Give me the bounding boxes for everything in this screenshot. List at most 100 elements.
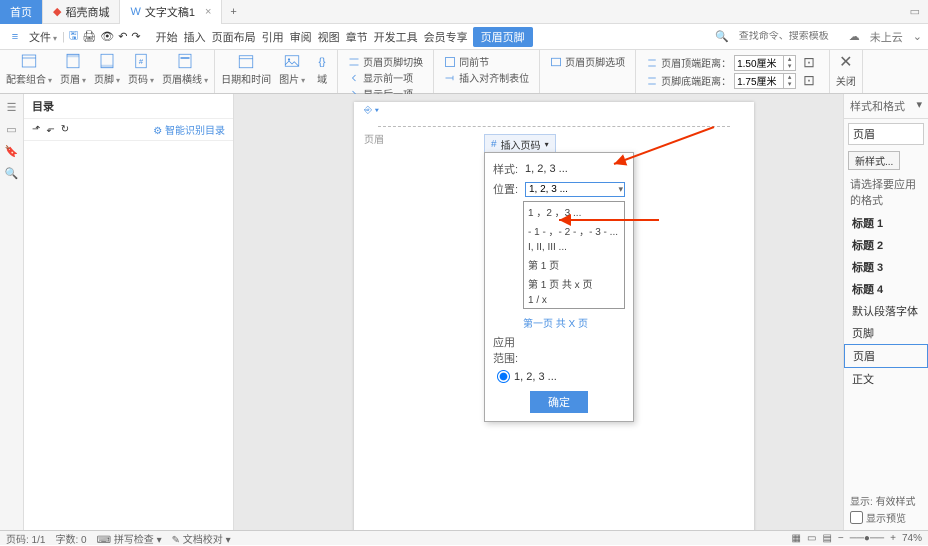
- sidebar-page-icon[interactable]: ▭: [5, 122, 19, 136]
- style-footer[interactable]: 页脚: [844, 322, 928, 344]
- tab-add[interactable]: +: [222, 6, 244, 18]
- zoom-in-icon[interactable]: +: [890, 533, 896, 544]
- rib-sameprev[interactable]: 同前节: [444, 54, 529, 69]
- current-style[interactable]: 页眉: [848, 123, 924, 145]
- style-h4[interactable]: 标题 4: [844, 278, 928, 300]
- pagenum-popup: 样式: 1, 2, 3 ... 位置: ▾ 1 ，2 ，3 ... - 1 - …: [484, 152, 634, 422]
- close-icon[interactable]: ×: [205, 6, 211, 18]
- sidebar-search-icon[interactable]: 🔍: [5, 166, 19, 180]
- svg-text:#: #: [139, 57, 144, 66]
- rib-combo[interactable]: 配套组合: [6, 52, 52, 86]
- preview-checkbox[interactable]: 显示预览: [850, 510, 922, 525]
- ok-button[interactable]: 确定: [530, 391, 588, 413]
- qat-save-icon[interactable]: 🖫: [69, 27, 78, 46]
- toc-smart-link[interactable]: ⚙ 智能识别目录: [153, 122, 225, 137]
- qat-print-icon[interactable]: 🖨: [82, 30, 96, 43]
- tab-store[interactable]: ◆稻壳商城: [43, 0, 120, 24]
- sidebar-toc-icon[interactable]: ☰: [5, 100, 19, 114]
- rib-footer[interactable]: 页脚: [94, 52, 120, 86]
- cloud-status[interactable]: 未上云: [870, 29, 903, 45]
- menu-start[interactable]: 开始: [155, 29, 179, 45]
- rib-close[interactable]: ✕关闭: [836, 52, 856, 88]
- status-words[interactable]: 字数: 0: [55, 531, 86, 546]
- qat-preview-icon[interactable]: 👁: [100, 30, 114, 43]
- rib-options[interactable]: 页眉页脚选项: [550, 54, 625, 69]
- app-menu-icon[interactable]: ≡: [6, 28, 24, 46]
- format-list: 1 ，2 ，3 ... - 1 - ，- 2 - ，- 3 - ... I, I…: [523, 201, 625, 309]
- view-read-icon[interactable]: ▭: [807, 533, 816, 544]
- toc-refresh-icon[interactable]: ↻: [61, 124, 69, 135]
- rib-tabstop[interactable]: 插入对齐制表位: [444, 70, 529, 85]
- header-label: 页眉: [360, 130, 388, 147]
- qat-undo-icon[interactable]: ↶: [118, 30, 127, 43]
- search-icon[interactable]: 🔍: [715, 30, 729, 43]
- pos-combo[interactable]: ▾: [525, 182, 625, 197]
- format-opt-5[interactable]: 第 1 页 共 x 页: [524, 274, 624, 293]
- document-canvas[interactable]: ⎆ ▾ 页眉 页脚 #插入页码▾ 样式: 1, 2, 3 ... 位置: ▾: [234, 94, 843, 530]
- tab-doc1[interactable]: W文字文稿1 ×: [120, 0, 222, 24]
- format-opt-2[interactable]: - 1 - ，- 2 - ，- 3 - ...: [524, 221, 624, 240]
- reset-bot-icon[interactable]: ⊡: [799, 72, 819, 89]
- status-proof[interactable]: ✎ 文档校对 ▾: [172, 531, 231, 546]
- qat-redo-icon[interactable]: ↷: [131, 30, 140, 43]
- tab-home[interactable]: 首页: [0, 0, 43, 24]
- format-opt-6[interactable]: 1 / x: [524, 293, 624, 308]
- chevron-down-icon[interactable]: ▾: [618, 184, 623, 195]
- menu-header-footer[interactable]: 页眉页脚: [473, 27, 533, 47]
- view-print-icon[interactable]: ▦: [792, 533, 801, 544]
- style-label: 样式:: [493, 161, 521, 177]
- zoom-slider[interactable]: ──●──: [850, 533, 884, 544]
- toc-panel: 目录 ⬏ ⬐ ↻ ⚙ 智能识别目录: [24, 94, 234, 530]
- menu-view[interactable]: 视图: [317, 29, 341, 45]
- status-spell[interactable]: ⌨ 拼写检查 ▾: [97, 531, 162, 546]
- menu-vip[interactable]: 会员专享: [423, 29, 469, 45]
- menu-review[interactable]: 审阅: [289, 29, 313, 45]
- collapse-ribbon-icon[interactable]: ⌄: [913, 30, 922, 43]
- style-body[interactable]: 正文: [844, 368, 928, 390]
- menu-section[interactable]: 章节: [345, 29, 369, 45]
- cloud-icon[interactable]: ☁: [849, 30, 860, 43]
- search-input[interactable]: [739, 31, 839, 42]
- apply-label: 应用范围:: [493, 334, 521, 366]
- format-opt-4[interactable]: 第 1 页: [524, 255, 624, 274]
- style-default[interactable]: 默认段落字体: [844, 300, 928, 322]
- menu-file[interactable]: 文件: [28, 29, 58, 45]
- title-tabs: 首页 ◆稻壳商城 W文字文稿1 × + ▭: [0, 0, 928, 24]
- rib-switch[interactable]: 页眉页脚切换: [348, 54, 423, 69]
- page: ⎆ ▾ 页眉 页脚 #插入页码▾ 样式: 1, 2, 3 ... 位置: ▾: [354, 102, 754, 530]
- menu-ref[interactable]: 引用: [261, 29, 285, 45]
- new-style-button[interactable]: 新样式...: [848, 151, 900, 170]
- status-page[interactable]: 页码: 1/1: [6, 531, 45, 546]
- status-bar: 页码: 1/1 字数: 0 ⌨ 拼写检查 ▾ ✎ 文档校对 ▾ ▦ ▭ ▤ − …: [0, 530, 928, 545]
- style-h2[interactable]: 标题 2: [844, 234, 928, 256]
- menu-layout[interactable]: 页面布局: [211, 29, 257, 45]
- format-opt-3[interactable]: I, II, III ...: [524, 240, 624, 255]
- view-web-icon[interactable]: ▤: [822, 533, 831, 544]
- rib-pagenum[interactable]: #页码: [128, 52, 154, 86]
- menu-insert[interactable]: 插入: [183, 29, 207, 45]
- styles-panel: 样式和格式▾ 页眉 新样式... 请选择要应用的格式 标题 1 标题 2 标题 …: [843, 94, 928, 530]
- rib-prev[interactable]: 显示前一项: [348, 70, 423, 85]
- apply-radio-doc[interactable]: [497, 370, 510, 383]
- zoom-out-icon[interactable]: −: [838, 533, 844, 544]
- format-opt-1[interactable]: 1 ，2 ，3 ...: [524, 202, 624, 221]
- header-dist-spinner[interactable]: ▴▾: [734, 55, 796, 71]
- style-h1[interactable]: 标题 1: [844, 212, 928, 234]
- style-h3[interactable]: 标题 3: [844, 256, 928, 278]
- rib-datetime[interactable]: 日期和时间: [221, 52, 271, 86]
- show-value[interactable]: 有效样式: [876, 497, 916, 508]
- rib-field[interactable]: {}域: [313, 52, 331, 86]
- rib-hdrline[interactable]: 页眉横线: [162, 52, 208, 86]
- footer-dist-spinner[interactable]: ▴▾: [734, 73, 796, 89]
- toc-down-icon[interactable]: ⬐: [46, 124, 54, 135]
- rib-image[interactable]: 图片: [279, 52, 305, 86]
- style-header[interactable]: 页眉: [844, 344, 928, 368]
- svg-text:{}: {}: [319, 56, 327, 68]
- sidebar-bookmark-icon[interactable]: 🔖: [5, 144, 19, 158]
- toc-up-icon[interactable]: ⬏: [32, 124, 40, 135]
- zoom-value[interactable]: 74%: [902, 533, 922, 544]
- window-restore-icon[interactable]: ▭: [910, 5, 920, 18]
- reset-top-icon[interactable]: ⊡: [799, 54, 819, 71]
- rib-header[interactable]: 页眉: [60, 52, 86, 86]
- menu-dev[interactable]: 开发工具: [373, 29, 419, 45]
